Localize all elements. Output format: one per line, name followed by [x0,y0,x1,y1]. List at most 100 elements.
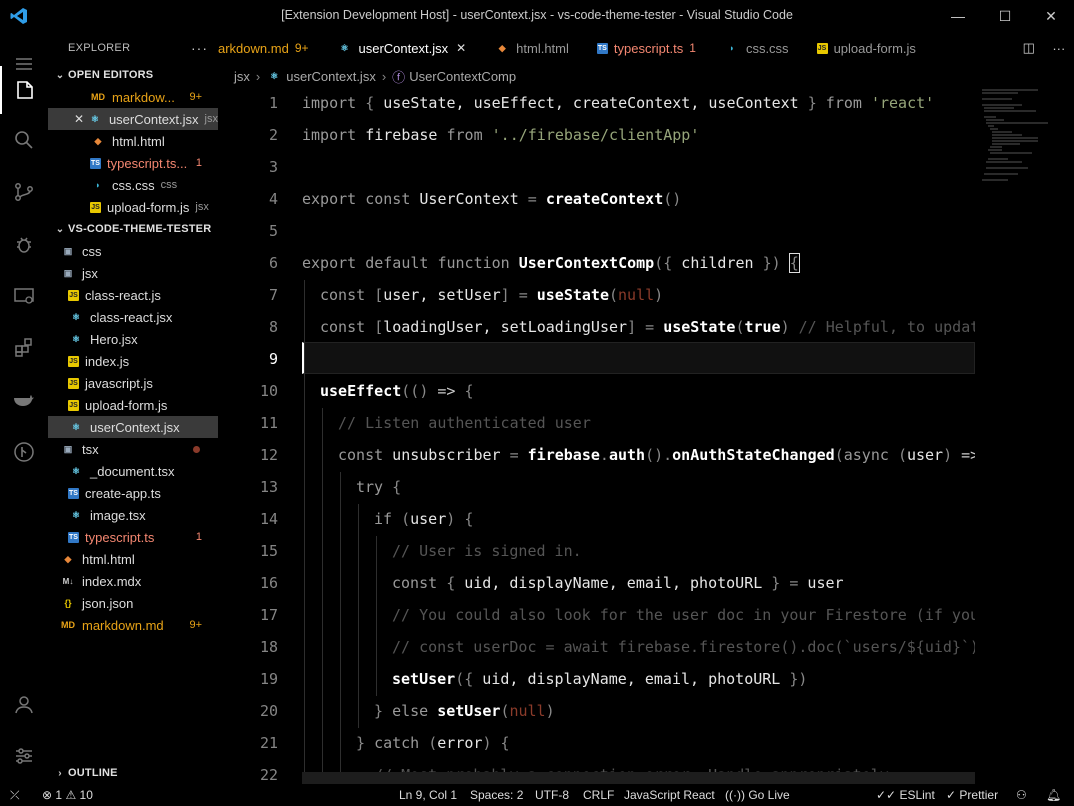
file-item[interactable]: ⚛ image.tsx [48,504,218,526]
file-item[interactable]: ⚛ _document.tsx [48,460,218,482]
problem-badge: 9+ [189,91,202,103]
open-editor-item[interactable]: ◗ css.css css [48,174,218,196]
file-item[interactable]: JS upload-form.js [48,394,218,416]
file-tree: ▣ css ▣ jsx JS class-react.js ⚛ class-react.jsx… [48,240,218,636]
line-number: 8 [268,318,278,336]
file-item[interactable]: ⚛ class-react.jsx [48,306,218,328]
indent-guide [340,472,341,780]
file-name: index.js [85,353,130,369]
tab-js[interactable]: JS upload-form.js [803,32,930,64]
account-icon[interactable] [0,680,48,728]
explorer-title: EXPLORER [68,42,131,54]
close-icon[interactable]: ✕ [74,112,85,126]
file-item[interactable]: TS typescript.ts 1 [48,526,218,548]
function-symbol-icon: ⓕ [392,69,406,85]
open-editors-section[interactable]: ⌄ OPEN EDITORS [48,64,218,86]
tab-html[interactable]: ◆ html.html [480,32,583,64]
cursor-position[interactable]: Ln 9, Col 1 [399,788,457,802]
project-label: VS-CODE-THEME-TESTER [68,223,212,235]
go-live-button[interactable]: ((·)) Go Live [725,788,790,802]
folder-item[interactable]: ▣ css [48,240,218,262]
remote-indicator[interactable]: ⤫ [10,788,20,803]
remote-explorer-icon[interactable] [0,272,48,320]
project-section[interactable]: ⌄ VS-CODE-THEME-TESTER [48,218,218,240]
file-item[interactable]: TS create-app.ts [48,482,218,504]
error-count: 1 [55,788,63,802]
react-icon: ⚛ [270,70,279,81]
js-icon: JS [68,377,79,389]
search-icon[interactable] [0,116,48,164]
minimize-button[interactable]: — [935,0,981,32]
indentation[interactable]: Spaces: 2 [470,788,523,802]
breadcrumb-file[interactable]: userContext.jsx [286,69,376,84]
encoding[interactable]: UTF-8 [535,788,569,802]
tab-react[interactable]: ⚛ userContext.jsx ✕ [323,32,481,64]
file-item[interactable]: JS class-react.js [48,284,218,306]
code-line-7: const [user, setUser] = useState(null) [320,286,664,304]
mdx-icon: M↓ [62,576,74,586]
tab-md[interactable]: arkdown.md 9+ [218,32,323,64]
open-editor-item[interactable]: TS typescript.ts... 1 [48,152,218,174]
feedback-icon[interactable]: ⚇ [1016,788,1027,802]
code-editor[interactable]: 1 2 3 4 5 6 7 8 9 10 11 12 13 14 15 16 17 18 19 20 21 22 impo… [218,88,1074,784]
react-icon: ⚛ [71,509,81,520]
git-graph-icon[interactable] [0,428,48,476]
minimap[interactable] [978,88,1068,188]
language-mode[interactable]: JavaScript React [624,788,715,802]
extensions-icon[interactable] [0,324,48,372]
editor-right-gutter [975,88,1074,784]
folder-item[interactable]: ▣ jsx [48,262,218,284]
line-number: 12 [259,446,278,464]
prettier-label: Prettier [959,788,999,802]
file-item[interactable]: ⚛ Hero.jsx [48,328,218,350]
open-editor-item[interactable]: ✕ ⚛ userContext.jsx jsx [48,108,218,130]
folder-icon: ▣ [63,245,73,256]
html-file-icon: ◆ [94,135,102,146]
eslint-status[interactable]: ✓✓ ESLint [876,788,935,802]
line-number: 1 [268,94,278,112]
more-actions-icon[interactable]: ··· [191,40,208,56]
maximize-button[interactable]: ☐ [982,0,1028,32]
folder-item[interactable]: ▣ tsx [48,438,218,460]
breadcrumb-symbol[interactable]: UserContextComp [409,69,516,84]
go-live-label: Go Live [748,788,790,802]
settings-icon[interactable] [0,732,48,780]
open-editor-item[interactable]: JS upload-form.js jsx [48,196,218,218]
outline-section[interactable]: › OUTLINE [48,762,218,784]
file-item[interactable]: MD markdown.md 9+ [48,614,218,636]
files-icon[interactable] [0,66,48,114]
file-name: html.html [112,133,165,149]
tab-ts[interactable]: TS typescript.ts 1 [583,32,710,64]
file-item[interactable]: ⚛ userContext.jsx [48,416,218,438]
line-number: 11 [259,414,278,432]
breadcrumb-folder[interactable]: jsx [234,69,250,84]
file-item[interactable]: {} json.json [48,592,218,614]
file-item[interactable]: JS index.js [48,350,218,372]
close-button[interactable]: ✕ [1028,0,1074,32]
code-line-21: } catch (error) { [356,734,510,752]
open-editor-item[interactable]: MD markdow... 9+ [48,86,218,108]
docker-icon[interactable] [0,376,48,424]
horizontal-scrollbar[interactable] [302,772,975,784]
code-line-2: import firebase from '../firebase/client… [302,126,700,144]
close-tab-icon[interactable]: ✕ [456,41,466,55]
split-editor-icon[interactable]: ◫ [1023,40,1035,56]
js-file-icon: JS [816,42,828,54]
notifications-icon[interactable]: 🔔︎ [1046,788,1061,802]
modified-dot-icon [193,445,200,453]
problems-indicator[interactable]: ⊗ 1 ⚠ 10 [42,788,93,802]
file-item[interactable]: M↓ index.mdx [48,570,218,592]
line-number: 13 [259,478,278,496]
debug-icon[interactable] [0,220,48,268]
line-number: 4 [268,190,278,208]
line-number: 9 [268,350,278,368]
more-actions-icon[interactable]: ··· [1052,41,1065,56]
code-line-10: useEffect(() => { [320,382,474,400]
open-editor-item[interactable]: ◆ html.html [48,130,218,152]
tab-css[interactable]: ◗ css.css [710,32,803,64]
source-control-icon[interactable] [0,168,48,216]
line-ending[interactable]: CRLF [583,788,614,802]
file-item[interactable]: JS javascript.js [48,372,218,394]
prettier-status[interactable]: ✓ Prettier [946,788,998,802]
file-item[interactable]: ◆ html.html [48,548,218,570]
